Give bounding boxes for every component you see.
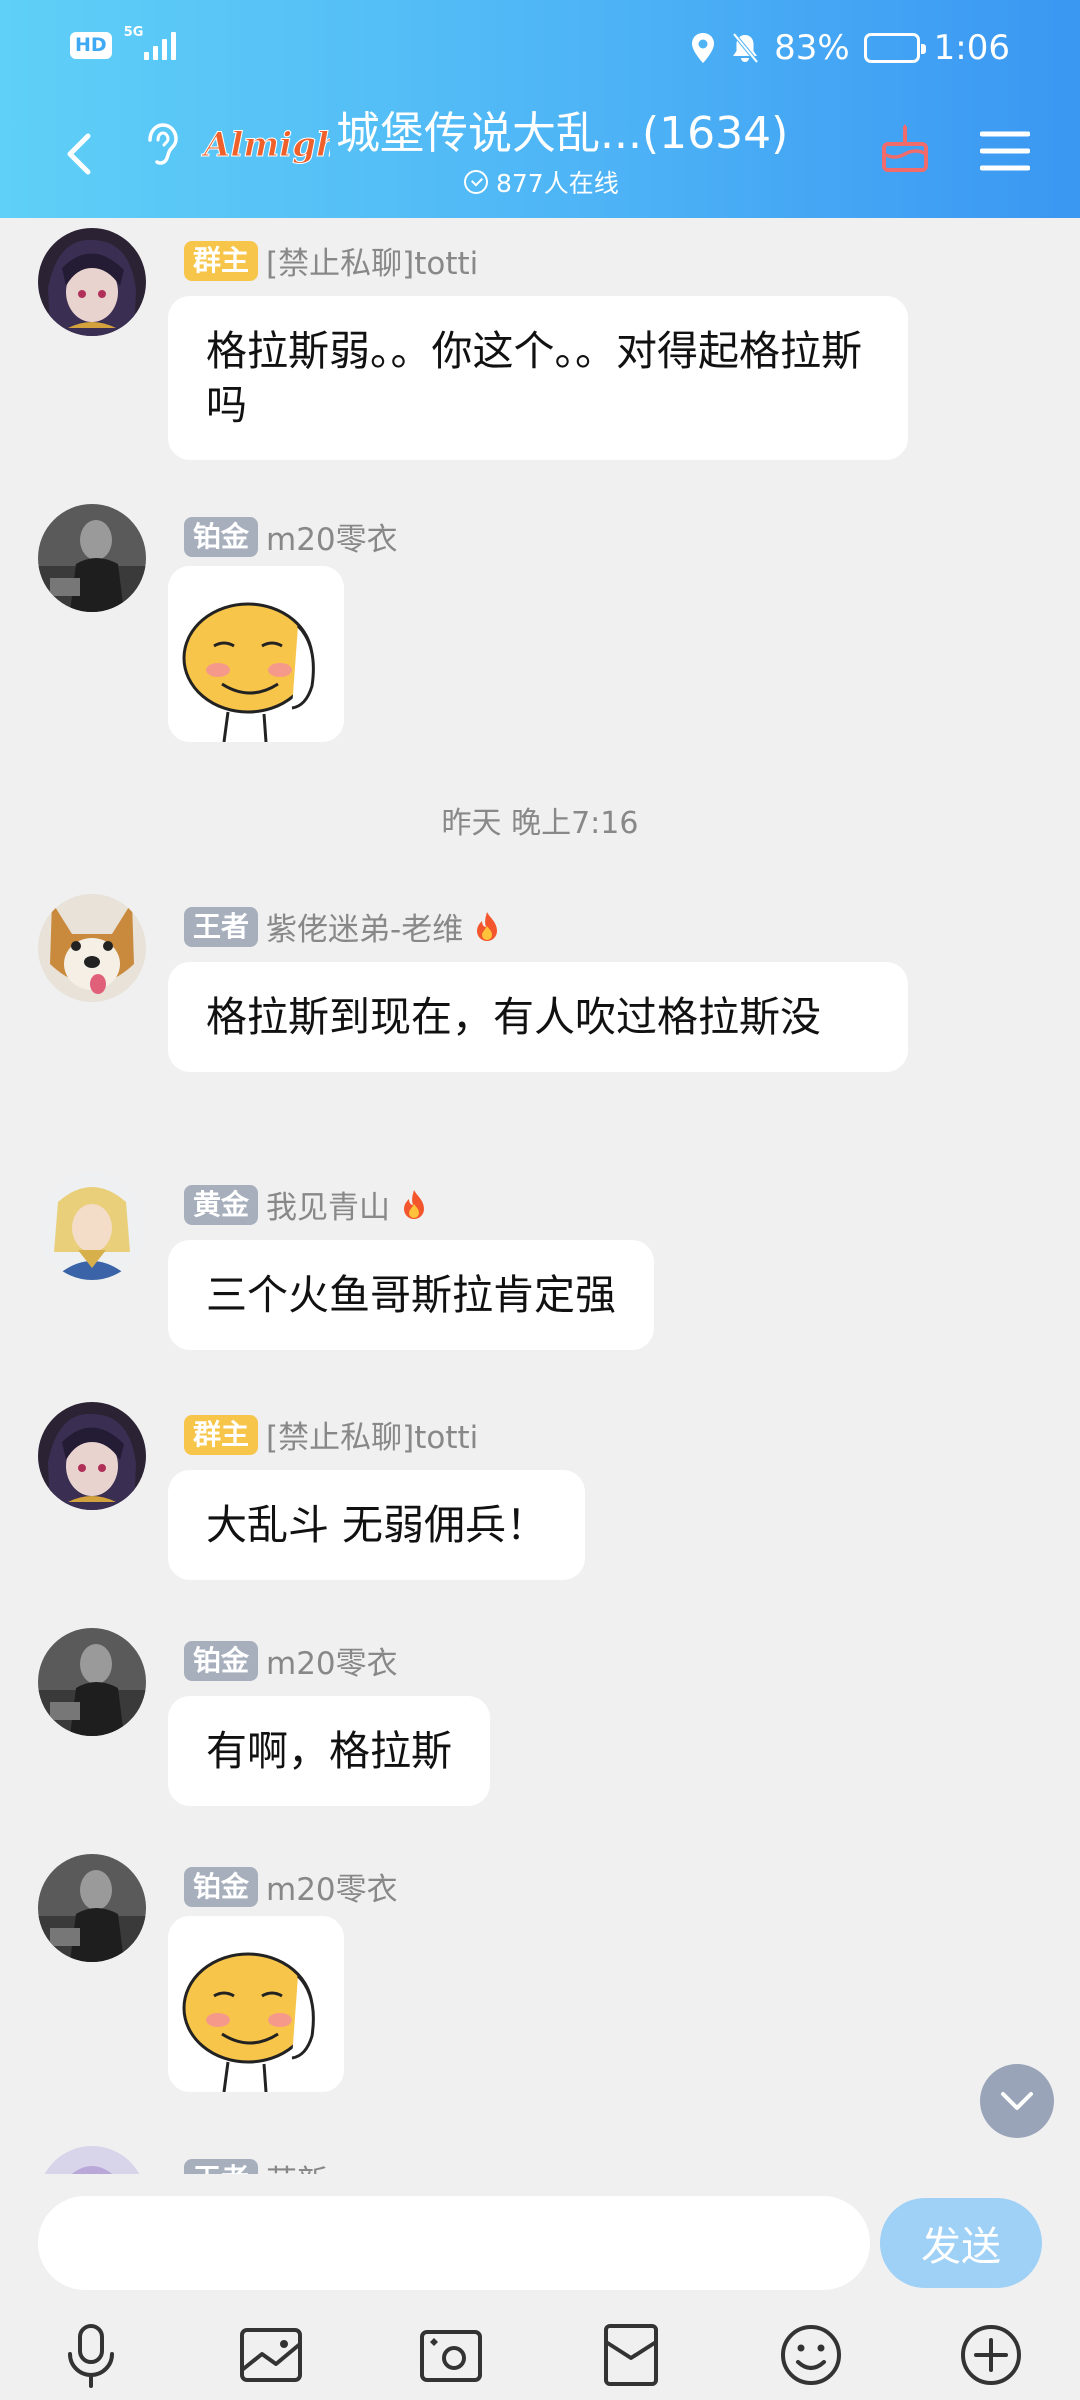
time-separator: 昨天 晚上7:16 (441, 806, 639, 841)
back-arrow-icon[interactable] (50, 124, 110, 184)
role-badge: 铂金 (184, 1866, 259, 1907)
sender-meta: 黄金 我见青山 (184, 1182, 430, 1227)
sender-meta: 王者 紫佬迷弟-老维 (184, 904, 503, 949)
send-button[interactable]: 发送 (880, 2198, 1042, 2288)
red-packet-icon[interactable] (596, 2320, 666, 2390)
emoji-icon[interactable] (776, 2320, 846, 2390)
role-badge: 群主 (184, 240, 259, 281)
online-count-label: 877人在线 (496, 169, 619, 198)
message-input[interactable] (38, 2196, 870, 2290)
signal-icon: 5G (124, 26, 176, 60)
avatar[interactable] (38, 1172, 146, 1280)
message-bubble[interactable]: 格拉斯到现在，有人吹过格拉斯没 (168, 962, 908, 1072)
sender-name[interactable]: m20零衣 (266, 1638, 398, 1683)
message-bubble[interactable]: 三个火鱼哥斯拉肯定强 (168, 1240, 654, 1350)
plus-icon[interactable] (956, 2320, 1026, 2390)
avatar[interactable] (38, 2146, 146, 2174)
battery-icon (863, 33, 926, 63)
sender-meta: 群主 [禁止私聊]totti (184, 238, 478, 283)
fire-icon (404, 1189, 425, 1219)
chevron-down-icon (1001, 2092, 1033, 2110)
status-bar: HD 5G 83% 1:06 (0, 0, 1080, 104)
input-area: 发送 (0, 2174, 1080, 2400)
sender-meta: 王者 萌新 (184, 2156, 328, 2174)
sender-meta: 铂金 m20零衣 (184, 1638, 398, 1683)
message-bubble[interactable]: 格拉斯弱。。你这个。。对得起格拉斯吗 (168, 296, 908, 460)
sender-name[interactable]: 萌新 (266, 2156, 328, 2174)
title-bar: Almighty 城堡传说大乱...(1634) 877人在线 (0, 104, 1080, 218)
online-count[interactable]: 877人在线 (464, 164, 619, 200)
svg-text:Almighty: Almighty (201, 125, 330, 165)
sender-name[interactable]: 我见青山 (266, 1182, 390, 1227)
message-list[interactable]: 群主 [禁止私聊]totti 格拉斯弱。。你这个。。对得起格拉斯吗 铂金 m20… (0, 218, 1080, 2174)
scroll-to-bottom-button[interactable] (980, 2064, 1054, 2138)
menu-icon[interactable] (980, 130, 1030, 172)
hd-indicator: HD (70, 31, 112, 59)
sender-name[interactable]: m20零衣 (266, 1864, 398, 1909)
camera-icon[interactable] (416, 2320, 486, 2390)
chat-header: HD 5G 83% 1:06 Almig 城堡传说大乱...(1634) 877… (0, 0, 1080, 218)
sender-name[interactable]: [禁止私聊]totti (266, 1412, 478, 1457)
avatar[interactable] (38, 1854, 146, 1962)
role-badge: 群主 (184, 1414, 259, 1455)
message-bubble[interactable]: 有啊，格拉斯 (168, 1696, 490, 1806)
mute-bell-icon (732, 32, 759, 64)
sender-meta: 群主 [禁止私聊]totti (184, 1412, 478, 1457)
avatar[interactable] (38, 504, 146, 612)
sender-meta: 铂金 m20零衣 (184, 514, 398, 559)
image-icon[interactable] (236, 2320, 306, 2390)
role-badge: 黄金 (184, 1184, 259, 1225)
network-type: 5G (123, 25, 144, 40)
role-badge: 王者 (184, 906, 259, 947)
role-badge: 铂金 (184, 516, 259, 557)
sender-meta: 铂金 m20零衣 (184, 1864, 398, 1909)
avatar[interactable] (38, 228, 146, 336)
avatar[interactable] (38, 1402, 146, 1510)
smirk-sticker[interactable] (168, 566, 344, 742)
smirk-sticker[interactable] (168, 1916, 344, 2092)
role-badge: 铂金 (184, 1640, 259, 1681)
message-bubble[interactable]: 大乱斗 无弱佣兵！ (168, 1470, 586, 1580)
group-title[interactable]: 城堡传说大乱...(1634) (336, 104, 788, 164)
sender-name[interactable]: 紫佬迷弟-老维 (266, 904, 463, 949)
input-toolbar (0, 2308, 1080, 2398)
microphone-icon[interactable] (56, 2320, 126, 2390)
fire-icon (477, 911, 498, 941)
avatar[interactable] (38, 1628, 146, 1736)
online-check-icon (464, 170, 488, 194)
clock: 1:06 (933, 28, 1010, 68)
location-icon (692, 33, 715, 63)
ear-icon[interactable] (140, 118, 184, 174)
avatar[interactable] (38, 894, 146, 1002)
sender-name[interactable]: [禁止私聊]totti (266, 238, 478, 283)
battery-percent: 83% (774, 28, 850, 68)
sender-name[interactable]: m20零衣 (266, 514, 398, 559)
role-badge: 王者 (184, 2158, 259, 2174)
birthday-cake-icon[interactable] (878, 122, 932, 176)
group-logo: Almighty (201, 125, 331, 166)
